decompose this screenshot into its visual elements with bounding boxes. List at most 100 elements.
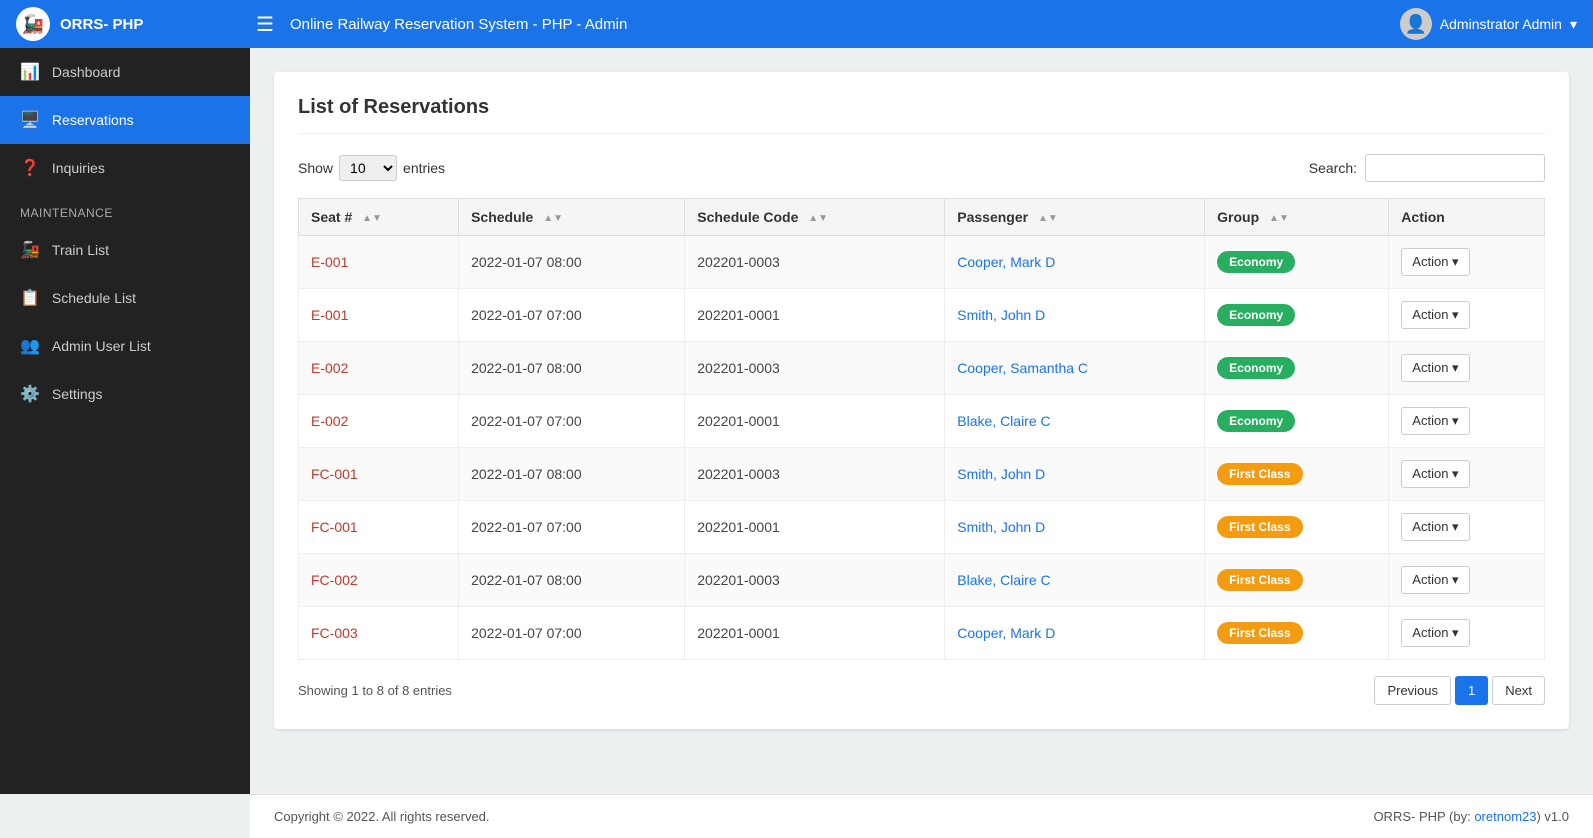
reservations-icon: 🖥️	[20, 110, 40, 130]
action-button-2[interactable]: Action ▾	[1401, 354, 1469, 382]
navbar-brand: 🚂 ORRS- PHP	[16, 7, 256, 41]
cell-schedule-1: 2022-01-07 07:00	[459, 289, 685, 342]
seat-link-7[interactable]: FC-003	[311, 625, 358, 641]
app-logo: 🚂	[16, 7, 50, 41]
show-label: Show	[298, 160, 333, 176]
sidebar-label-settings: Settings	[52, 386, 103, 402]
page-1-button[interactable]: 1	[1455, 676, 1488, 705]
cell-seat-7: FC-003	[299, 607, 459, 660]
action-button-4[interactable]: Action ▾	[1401, 460, 1469, 488]
cell-action-6: Action ▾	[1389, 554, 1545, 607]
seat-link-6[interactable]: FC-002	[311, 572, 358, 588]
cell-passenger-4: Smith, John D	[945, 448, 1205, 501]
cell-code-3: 202201-0001	[685, 395, 945, 448]
cell-seat-2: E-002	[299, 342, 459, 395]
table-header: Seat # ▲▼ Schedule ▲▼ Schedule Code ▲▼	[299, 199, 1545, 236]
passenger-link-0[interactable]: Cooper, Mark D	[957, 254, 1055, 270]
action-button-5[interactable]: Action ▾	[1401, 513, 1469, 541]
cell-group-5: First Class	[1205, 501, 1389, 554]
hamburger-menu[interactable]: ☰	[256, 12, 274, 37]
search-label: Search:	[1309, 160, 1357, 176]
navbar: 🚂 ORRS- PHP ☰ Online Railway Reservation…	[0, 0, 1593, 48]
passenger-link-7[interactable]: Cooper, Mark D	[957, 625, 1055, 641]
sidebar-item-reservations[interactable]: 🖥️ Reservations	[0, 96, 250, 144]
cell-schedule-6: 2022-01-07 08:00	[459, 554, 685, 607]
cell-schedule-4: 2022-01-07 08:00	[459, 448, 685, 501]
sidebar-item-settings[interactable]: ⚙️ Settings	[0, 370, 250, 418]
copyright: Copyright © 2022. All rights reserved.	[274, 809, 490, 824]
cell-seat-3: E-002	[299, 395, 459, 448]
pagination: Previous 1 Next	[1374, 676, 1545, 705]
sidebar-maintenance-section: Maintenance	[0, 192, 250, 226]
sort-passenger: ▲▼	[1038, 213, 1058, 224]
group-badge-7: First Class	[1217, 622, 1302, 644]
table-body: E-001 2022-01-07 08:00 202201-0003 Coope…	[299, 236, 1545, 660]
col-seat[interactable]: Seat # ▲▼	[299, 199, 459, 236]
action-button-7[interactable]: Action ▾	[1401, 619, 1469, 647]
passenger-link-1[interactable]: Smith, John D	[957, 307, 1045, 323]
group-badge-3: Economy	[1217, 410, 1295, 432]
cell-passenger-2: Cooper, Samantha C	[945, 342, 1205, 395]
passenger-link-2[interactable]: Cooper, Samantha C	[957, 360, 1088, 376]
seat-link-3[interactable]: E-002	[311, 413, 348, 429]
passenger-link-5[interactable]: Smith, John D	[957, 519, 1045, 535]
cell-action-2: Action ▾	[1389, 342, 1545, 395]
seat-link-1[interactable]: E-001	[311, 307, 348, 323]
action-button-0[interactable]: Action ▾	[1401, 248, 1469, 276]
group-badge-0: Economy	[1217, 251, 1295, 273]
col-code[interactable]: Schedule Code ▲▼	[685, 199, 945, 236]
credit-suffix: ) v1.0	[1536, 809, 1569, 824]
action-button-6[interactable]: Action ▾	[1401, 566, 1469, 594]
cell-schedule-2: 2022-01-07 08:00	[459, 342, 685, 395]
cell-group-1: Economy	[1205, 289, 1389, 342]
table-footer: Showing 1 to 8 of 8 entries Previous 1 N…	[298, 676, 1545, 705]
cell-schedule-5: 2022-01-07 07:00	[459, 501, 685, 554]
action-button-3[interactable]: Action ▾	[1401, 407, 1469, 435]
admin-menu[interactable]: 👤 Adminstrator Admin ▾	[1400, 8, 1577, 40]
cell-group-7: First Class	[1205, 607, 1389, 660]
passenger-link-3[interactable]: Blake, Claire C	[957, 413, 1050, 429]
seat-link-0[interactable]: E-001	[311, 254, 348, 270]
table-row: E-001 2022-01-07 08:00 202201-0003 Coope…	[299, 236, 1545, 289]
passenger-link-6[interactable]: Blake, Claire C	[957, 572, 1050, 588]
col-schedule[interactable]: Schedule ▲▼	[459, 199, 685, 236]
cell-seat-0: E-001	[299, 236, 459, 289]
table-row: FC-001 2022-01-07 07:00 202201-0001 Smit…	[299, 501, 1545, 554]
sidebar-item-schedule-list[interactable]: 📋 Schedule List	[0, 274, 250, 322]
cell-action-4: Action ▾	[1389, 448, 1545, 501]
seat-link-2[interactable]: E-002	[311, 360, 348, 376]
search-input[interactable]	[1365, 154, 1545, 182]
cell-seat-5: FC-001	[299, 501, 459, 554]
cell-passenger-5: Smith, John D	[945, 501, 1205, 554]
cell-schedule-7: 2022-01-07 07:00	[459, 607, 685, 660]
entries-select[interactable]: 10 25 50 100	[339, 155, 397, 181]
app-name: ORRS- PHP	[60, 16, 143, 33]
previous-button[interactable]: Previous	[1374, 676, 1451, 705]
col-passenger[interactable]: Passenger ▲▼	[945, 199, 1205, 236]
sort-schedule: ▲▼	[543, 213, 563, 224]
seat-link-4[interactable]: FC-001	[311, 466, 358, 482]
credit: ORRS- PHP (by: oretnom23) v1.0	[1373, 809, 1569, 824]
show-entries: Show 10 25 50 100 entries	[298, 155, 445, 181]
seat-link-5[interactable]: FC-001	[311, 519, 358, 535]
col-action: Action	[1389, 199, 1545, 236]
sidebar-label-admin-user-list: Admin User List	[52, 338, 151, 354]
action-button-1[interactable]: Action ▾	[1401, 301, 1469, 329]
passenger-link-4[interactable]: Smith, John D	[957, 466, 1045, 482]
schedule-list-icon: 📋	[20, 288, 40, 308]
next-button[interactable]: Next	[1492, 676, 1545, 705]
cell-action-1: Action ▾	[1389, 289, 1545, 342]
col-group[interactable]: Group ▲▼	[1205, 199, 1389, 236]
sidebar-item-train-list[interactable]: 🚂 Train List	[0, 226, 250, 274]
inquiries-icon: ❓	[20, 158, 40, 178]
group-badge-4: First Class	[1217, 463, 1302, 485]
credit-link[interactable]: oretnom23	[1474, 809, 1536, 824]
sidebar-item-admin-user-list[interactable]: 👥 Admin User List	[0, 322, 250, 370]
footer: Copyright © 2022. All rights reserved. O…	[250, 794, 1593, 838]
table-row: E-002 2022-01-07 08:00 202201-0003 Coope…	[299, 342, 1545, 395]
cell-passenger-0: Cooper, Mark D	[945, 236, 1205, 289]
sidebar-item-dashboard[interactable]: 📊 Dashboard	[0, 48, 250, 96]
dashboard-icon: 📊	[20, 62, 40, 82]
table-controls: Show 10 25 50 100 entries Search:	[298, 154, 1545, 182]
sidebar-item-inquiries[interactable]: ❓ Inquiries	[0, 144, 250, 192]
